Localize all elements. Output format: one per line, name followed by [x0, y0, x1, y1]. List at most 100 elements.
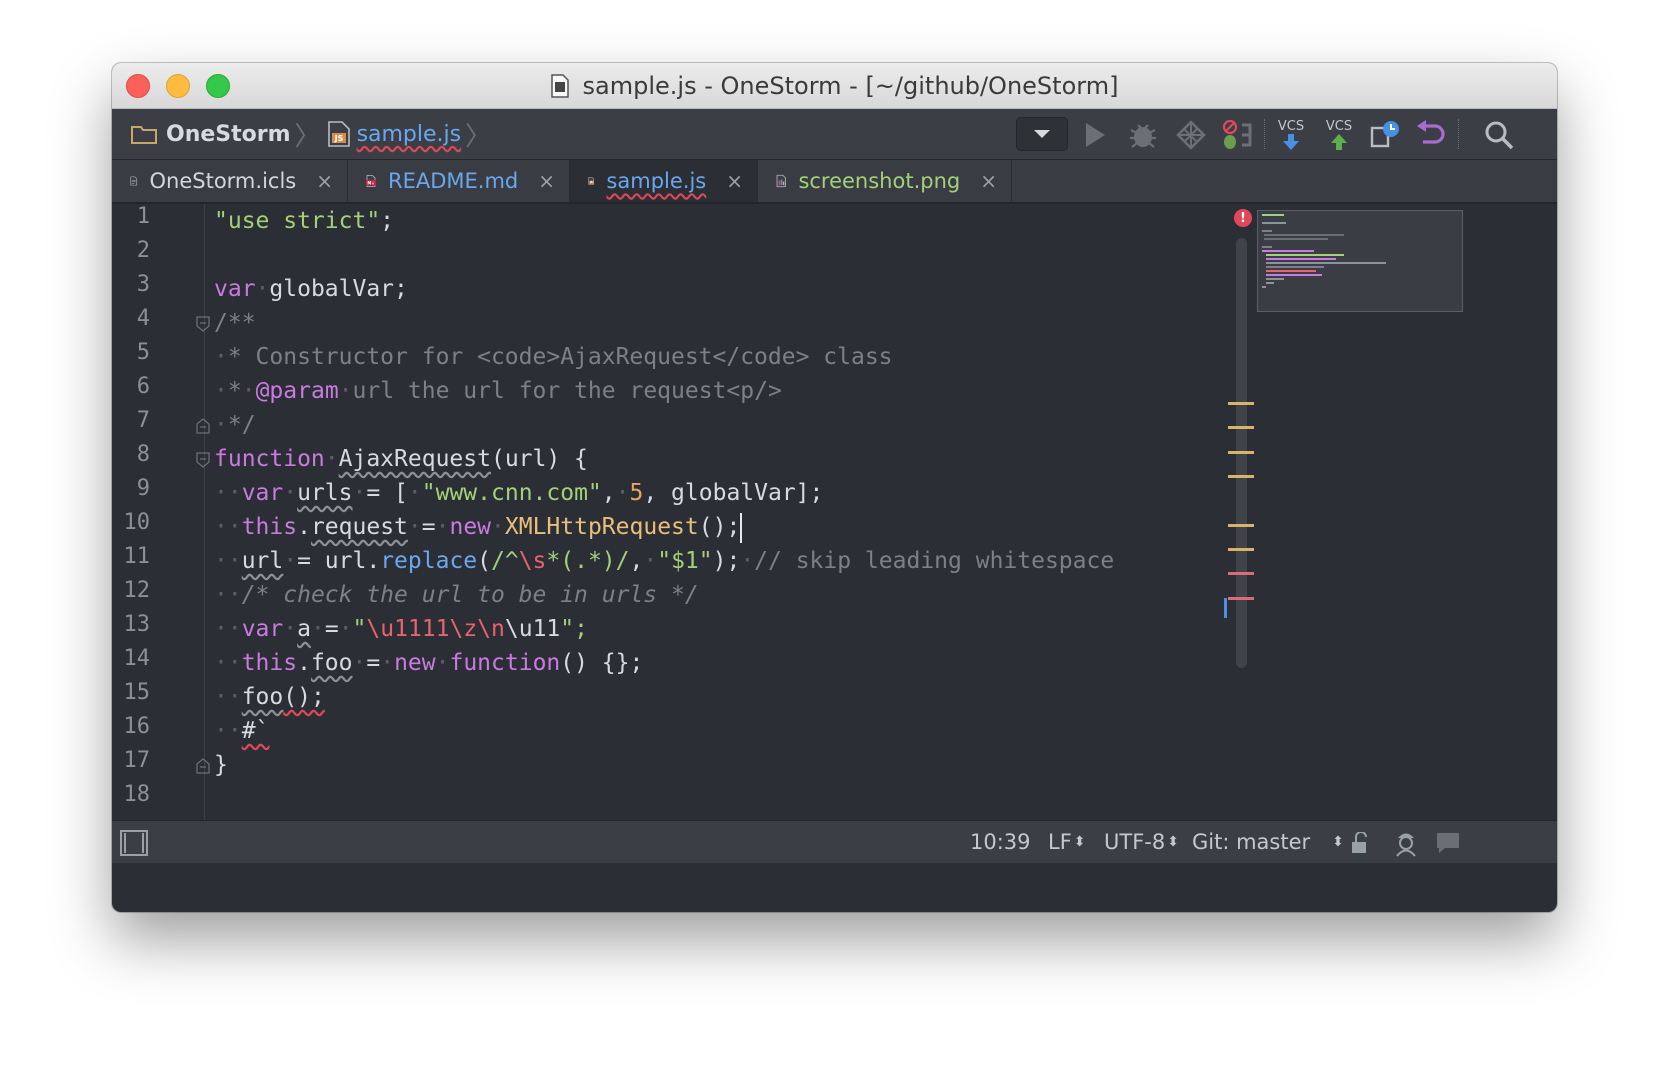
- window-title-text: sample.js - OneStorm - [~/github/OneStor…: [582, 71, 1119, 100]
- line-number: 5: [136, 340, 150, 365]
- unfold-icon[interactable]: [196, 418, 210, 434]
- code-editor[interactable]: 1 2 3 4 5 6 7 8 9 10 11 12 13 14 15 16 1…: [112, 204, 1557, 820]
- code-line-17: }: [214, 752, 228, 778]
- line-number: 12: [123, 578, 151, 603]
- coverage-icon: [1176, 120, 1206, 150]
- speech-bubble-icon: [1437, 833, 1459, 853]
- tool-windows-toggle[interactable]: [120, 829, 148, 857]
- ide-window: sample.js - OneStorm - [~/github/OneStor…: [112, 63, 1557, 912]
- editor-tabs: OneStorm.icls × M↓ README.md × JS sample…: [112, 160, 1557, 204]
- warning-marker[interactable]: [1228, 475, 1254, 478]
- code-area[interactable]: "use strict"; var·globalVar; /** ·* Cons…: [214, 204, 1214, 778]
- search-button[interactable]: [1482, 118, 1516, 152]
- change-marker: [1224, 598, 1227, 618]
- vcs-commit-button[interactable]: VCS: [1322, 118, 1356, 152]
- code-line-14: ··this.foo·=·new·function() {};: [214, 650, 644, 676]
- fold-icon[interactable]: [196, 452, 210, 468]
- inspector-button[interactable]: [1392, 829, 1420, 857]
- close-icon[interactable]: ×: [980, 169, 997, 193]
- event-log-button[interactable]: [1434, 829, 1462, 857]
- line-number: 9: [136, 476, 150, 501]
- tab-label: screenshot.png: [798, 169, 961, 193]
- line-number: 10: [123, 510, 151, 535]
- tab-sample-js[interactable]: JS sample.js ×: [570, 160, 758, 202]
- encoding-selector[interactable]: UTF-8 ⬍: [1104, 821, 1179, 863]
- vcs-update-button[interactable]: VCS: [1274, 118, 1308, 152]
- tab-screenshot-png[interactable]: screenshot.png ×: [758, 160, 1012, 202]
- warning-marker[interactable]: [1228, 402, 1254, 405]
- error-marker[interactable]: [1228, 597, 1254, 600]
- panel-toggle-icon: [120, 830, 148, 856]
- revert-button[interactable]: [1414, 118, 1448, 152]
- breadcrumb-file[interactable]: sample.js: [357, 122, 462, 147]
- history-button[interactable]: [1368, 118, 1402, 152]
- line-number: 13: [123, 612, 151, 637]
- up-down-arrows-icon: ⬍: [1332, 834, 1344, 850]
- read-only-toggle[interactable]: [1346, 829, 1374, 857]
- svg-text:M↓: M↓: [367, 180, 374, 185]
- stop-icon: [1222, 119, 1252, 149]
- js-file-icon: JS: [327, 121, 350, 147]
- code-line-10: ··this.request·=·new·XMLHttpRequest();: [214, 510, 743, 544]
- line-number: 11: [123, 544, 151, 569]
- toolbar-divider: [1458, 119, 1460, 149]
- vcs-branch-selector[interactable]: Git: master ⬍: [1192, 821, 1344, 863]
- code-line-8: function·AjaxRequest(url) {: [214, 446, 588, 472]
- code-line-9: ··var·urls·= [·"www.cnn.com",·5, globalV…: [214, 480, 824, 506]
- tab-onestorm-icls[interactable]: OneStorm.icls ×: [112, 160, 348, 202]
- line-number: 8: [136, 442, 150, 467]
- coverage-button[interactable]: [1174, 118, 1208, 152]
- line-number: 7: [136, 408, 150, 433]
- line-number: 18: [123, 782, 151, 807]
- document-icon: [550, 73, 569, 98]
- hector-icon: [1396, 833, 1416, 857]
- unlock-icon: [1352, 832, 1367, 853]
- revert-icon: [1417, 120, 1445, 144]
- vcs-branch-label: Git: master: [1192, 830, 1311, 854]
- close-icon[interactable]: ×: [316, 169, 333, 193]
- code-line-16: ··#`: [214, 718, 270, 744]
- vcs-label: VCS: [1277, 118, 1305, 134]
- tab-label: OneStorm.icls: [149, 169, 297, 193]
- folder-icon: [131, 126, 157, 144]
- code-line-7: ·*/: [214, 412, 256, 438]
- warning-marker[interactable]: [1228, 524, 1254, 527]
- warning-marker[interactable]: [1228, 426, 1254, 429]
- warning-marker[interactable]: [1228, 451, 1254, 454]
- js-file-icon: JS: [588, 177, 595, 185]
- breadcrumb-project[interactable]: OneStorm: [166, 122, 291, 147]
- chevron-right-icon: 〉: [465, 121, 492, 152]
- cursor-position[interactable]: 10:39: [970, 821, 1031, 863]
- dropdown-icon: [1034, 130, 1050, 138]
- error-marker[interactable]: [1228, 572, 1254, 575]
- close-icon[interactable]: ×: [726, 169, 743, 193]
- encoding-label: UTF-8: [1104, 830, 1166, 854]
- minimap[interactable]: [1257, 210, 1463, 312]
- close-icon[interactable]: ×: [538, 169, 555, 193]
- code-line-1: "use strict";: [214, 208, 395, 234]
- error-indicator-icon[interactable]: !: [1234, 209, 1252, 227]
- line-number: 16: [123, 714, 151, 739]
- fold-icon[interactable]: [196, 316, 210, 332]
- tab-label: README.md: [387, 169, 519, 193]
- line-separator-selector[interactable]: LF ⬍: [1048, 821, 1086, 863]
- debug-button[interactable]: [1126, 118, 1160, 152]
- unfold-icon[interactable]: [196, 758, 210, 774]
- line-number: 17: [123, 748, 151, 773]
- warning-marker[interactable]: [1228, 548, 1254, 551]
- code-line-6: ·*·@param·url the url for the request<p/…: [214, 378, 782, 404]
- line-number: 15: [123, 680, 151, 705]
- line-number-gutter: 1 2 3 4 5 6 7 8 9 10 11 12 13 14 15 16 1…: [112, 204, 210, 820]
- line-number: 14: [123, 646, 151, 671]
- toolbar-divider: [1264, 119, 1266, 149]
- svg-text:JS: JS: [333, 134, 343, 143]
- tab-readme[interactable]: M↓ README.md ×: [348, 160, 570, 202]
- vcs-update-icon: [1283, 133, 1299, 150]
- line-separator-label: LF: [1048, 830, 1072, 854]
- run-configuration-dropdown[interactable]: [1016, 117, 1068, 151]
- code-line-4: /**: [214, 310, 256, 336]
- image-file-icon: [776, 174, 786, 188]
- run-button[interactable]: [1078, 118, 1112, 152]
- code-line-12: ··/* check the url to be in urls */: [214, 582, 699, 608]
- stop-button[interactable]: [1220, 118, 1254, 152]
